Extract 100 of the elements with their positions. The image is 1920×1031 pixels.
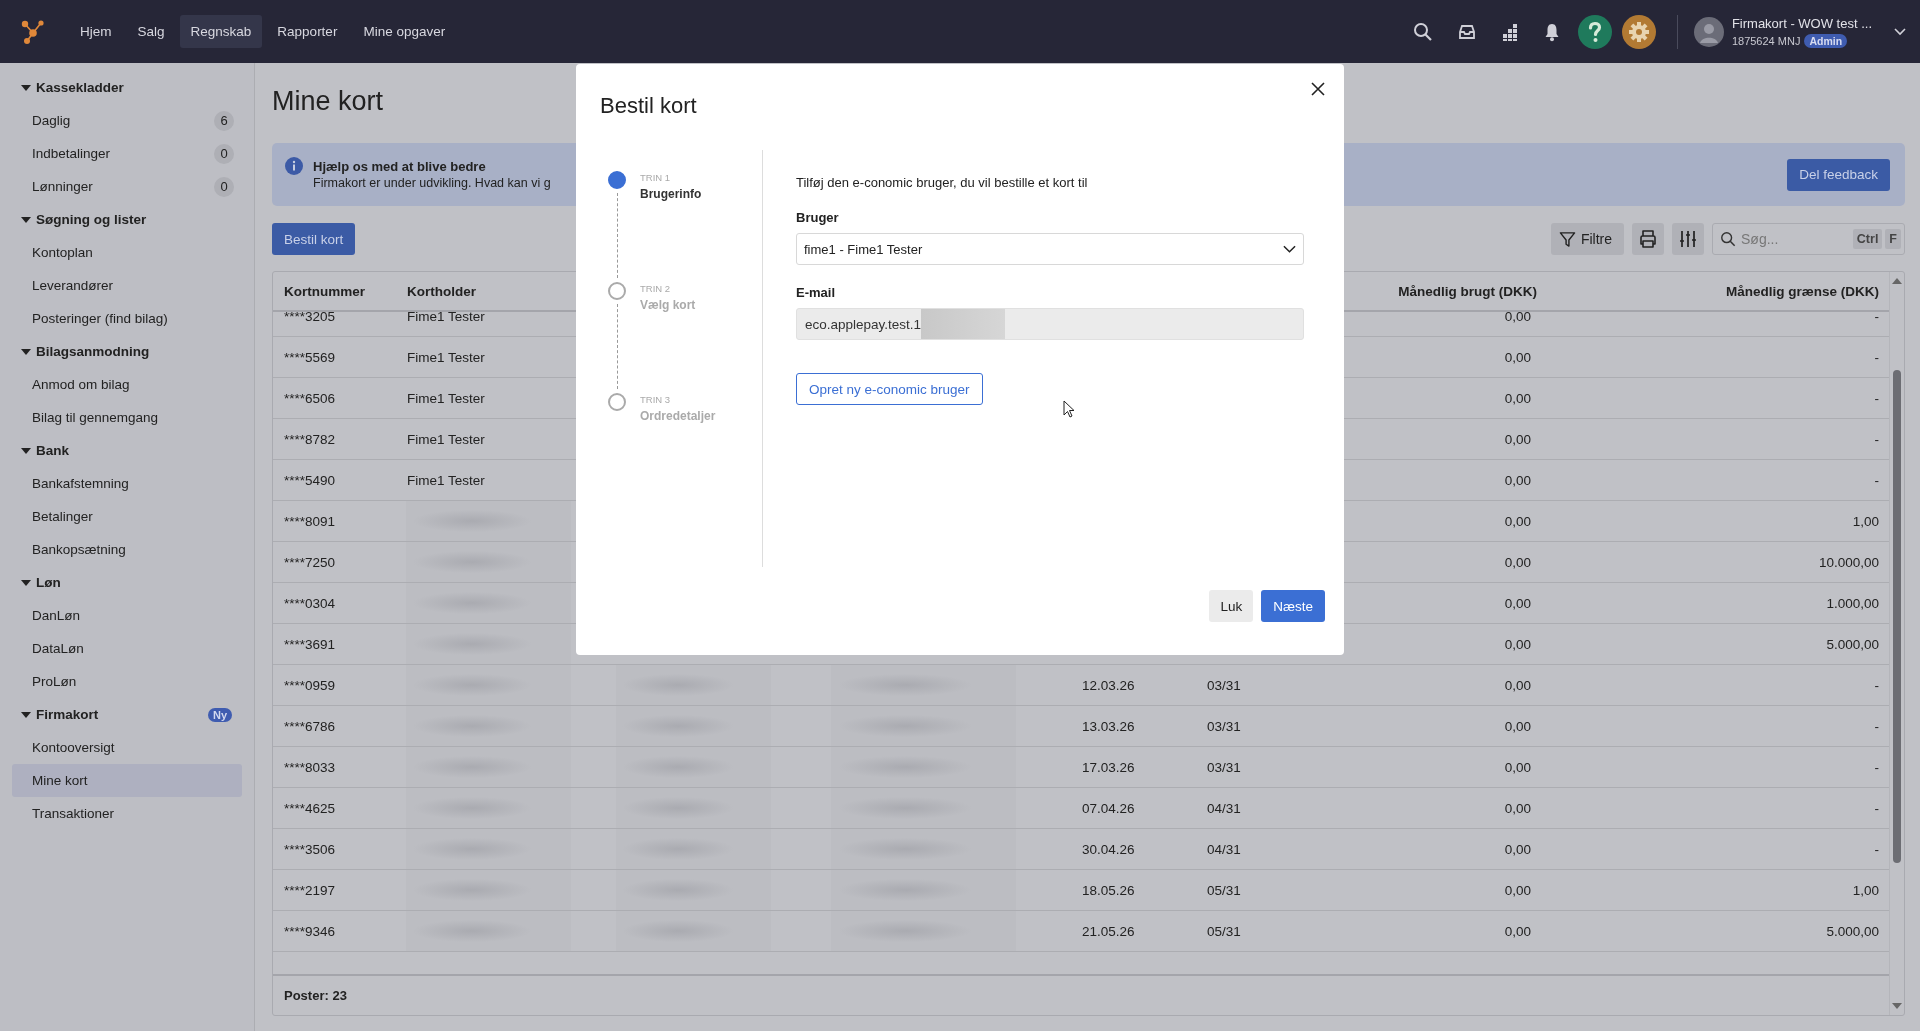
sidebar-item[interactable]: Bilag til gennemgang <box>12 401 242 434</box>
sidebar-item[interactable]: Indbetalinger 0 <box>12 137 242 170</box>
sidebar-item[interactable]: Kontoplan <box>12 236 242 269</box>
nav-tab[interactable]: Regnskab <box>179 15 263 48</box>
caret-icon <box>21 216 31 223</box>
sidebar-item[interactable]: Leverandører <box>12 269 242 302</box>
sidebar-item[interactable]: ProLøn <box>12 665 242 698</box>
sidebar-item[interactable]: Anmod om bilag <box>12 368 242 401</box>
nav-tab[interactable]: Rapporter <box>266 15 349 48</box>
sidebar-item[interactable]: Posteringer (find bilag) <box>12 302 242 335</box>
step-number: TRIN 3 <box>640 394 672 405</box>
field-label: E-mail <box>796 285 835 300</box>
sidebar-item[interactable]: Transaktioner <box>12 797 242 830</box>
avatar-icon[interactable] <box>1693 16 1724 47</box>
table-cell: 0,00 <box>1504 513 1531 529</box>
nav-tab[interactable]: Mine opgaver <box>352 15 457 48</box>
sidebar-section-header[interactable]: Bilagsanmodning <box>12 335 242 368</box>
table-cell: 0,00 <box>1504 882 1531 898</box>
filter-button[interactable]: Filtre <box>1550 223 1624 255</box>
close-button[interactable]: Luk <box>1209 590 1254 622</box>
order-card-button[interactable]: Bestil kort <box>272 223 356 255</box>
table-cell: 1,00 <box>1852 882 1879 898</box>
sidebar-item[interactable]: Bankafstemning <box>12 467 242 500</box>
table-cell: 07.04.26 <box>1082 800 1135 816</box>
cursor-icon <box>1063 400 1075 418</box>
info-icon <box>285 157 303 175</box>
apps-grid-icon[interactable] <box>1500 22 1519 41</box>
table-cell-text: ****3205 <box>283 312 337 326</box>
caret-icon <box>21 447 31 454</box>
table-cell: 0,00 <box>1504 759 1531 775</box>
table-cell: 0,00 <box>1504 431 1531 447</box>
printer-icon <box>1638 229 1658 249</box>
feedback-button[interactable]: Del feedback <box>1787 158 1890 191</box>
sidebar-section-header[interactable]: Søgning og lister <box>12 203 242 236</box>
search-icon[interactable] <box>1412 21 1433 42</box>
table-cell-text: ****5490 <box>283 471 337 490</box>
table-cell: - <box>1874 841 1879 857</box>
table-cell: 17.03.26 <box>1082 759 1135 775</box>
sidebar-section-header[interactable]: Løn <box>12 566 242 599</box>
column-header[interactable]: Kortholder <box>396 283 571 299</box>
table-cell: - <box>1874 312 1879 324</box>
table-cell: - <box>1874 718 1879 734</box>
scroll-down-icon[interactable] <box>1892 1003 1902 1009</box>
table-cell: 0,00 <box>1504 677 1531 693</box>
table-cell-text: ****4625 <box>283 799 337 818</box>
table-cell: 04/31 <box>1207 841 1241 857</box>
chevron-down-icon[interactable] <box>1894 27 1906 36</box>
table-cell: 0,00 <box>1504 718 1531 734</box>
search-icon <box>1720 231 1736 247</box>
table-cell-text: ****7250 <box>283 553 337 572</box>
user-dropdown[interactable]: fime1 - Fime1 Tester <box>796 233 1304 265</box>
caret-icon <box>21 711 31 718</box>
table-cell: 0,00 <box>1504 636 1531 652</box>
table-cell: 05/31 <box>1207 923 1241 939</box>
sidebar-item[interactable]: Lønninger 0 <box>12 170 242 203</box>
scrollbar[interactable] <box>1889 272 1904 1015</box>
sidebar-section-header[interactable]: Kassekladder <box>12 71 242 104</box>
column-header[interactable]: Månedlig grænse (DKK) <box>1541 283 1889 299</box>
table-cell-text: Fime1 Tester <box>406 472 485 488</box>
logo-icon[interactable] <box>20 18 46 45</box>
sidebar-item[interactable]: Kontooversigt <box>12 731 242 764</box>
sidebar-section-header[interactable]: Firmakort Ny <box>12 698 242 731</box>
table-cell-text: ****0959 <box>283 676 337 695</box>
sidebar-item[interactable]: DataLøn <box>12 632 242 665</box>
table-cell-text: ****8091 <box>283 512 337 531</box>
next-button[interactable]: Næste <box>1261 590 1325 622</box>
sidebar-item[interactable]: Daglig 6 <box>12 104 242 137</box>
table-cell: 30.04.26 <box>1082 841 1135 857</box>
caret-icon <box>21 84 31 91</box>
table-cell-text: Fime1 Tester <box>406 390 485 406</box>
caret-icon <box>21 348 31 355</box>
scrollbar-thumb[interactable] <box>1893 370 1901 863</box>
create-user-button[interactable]: Opret ny e-conomic bruger <box>796 373 983 405</box>
close-icon[interactable] <box>1311 82 1325 96</box>
sidebar-item[interactable]: DanLøn <box>12 599 242 632</box>
email-field[interactable]: eco.applepay.test.1 <box>796 308 1304 340</box>
column-header[interactable]: Kortnummer <box>273 283 396 299</box>
caret-icon <box>21 579 31 586</box>
table-cell-text: ****8782 <box>283 430 337 449</box>
table-cell: 0,00 <box>1504 554 1531 570</box>
table-cell: 1.000,00 <box>1826 595 1879 611</box>
table-cell: 0,00 <box>1504 800 1531 816</box>
settings-icon[interactable] <box>1621 14 1656 49</box>
help-icon[interactable] <box>1577 14 1612 49</box>
columns-settings-button[interactable] <box>1672 223 1704 255</box>
nav-tab[interactable]: Salg <box>126 15 176 48</box>
scroll-up-icon[interactable] <box>1892 278 1902 284</box>
sidebar-item[interactable]: Bankopsætning <box>12 533 242 566</box>
search-field[interactable]: Søg... <box>1739 230 1850 248</box>
sidebar-item[interactable]: Betalinger <box>12 500 242 533</box>
record-count: Poster: 23 <box>283 987 348 1005</box>
sidebar-item[interactable]: Mine kort <box>12 764 242 797</box>
table-cell: - <box>1874 349 1879 365</box>
table-cell: - <box>1874 431 1879 447</box>
nav-tab[interactable]: Hjem <box>69 15 123 48</box>
table-cell: 0,00 <box>1504 472 1531 488</box>
search-box[interactable]: Søg... Ctrl F <box>1712 223 1905 255</box>
print-button[interactable] <box>1632 223 1664 255</box>
sidebar-section-header[interactable]: Bank <box>12 434 242 467</box>
table-cell-text: ****9346 <box>283 922 337 941</box>
